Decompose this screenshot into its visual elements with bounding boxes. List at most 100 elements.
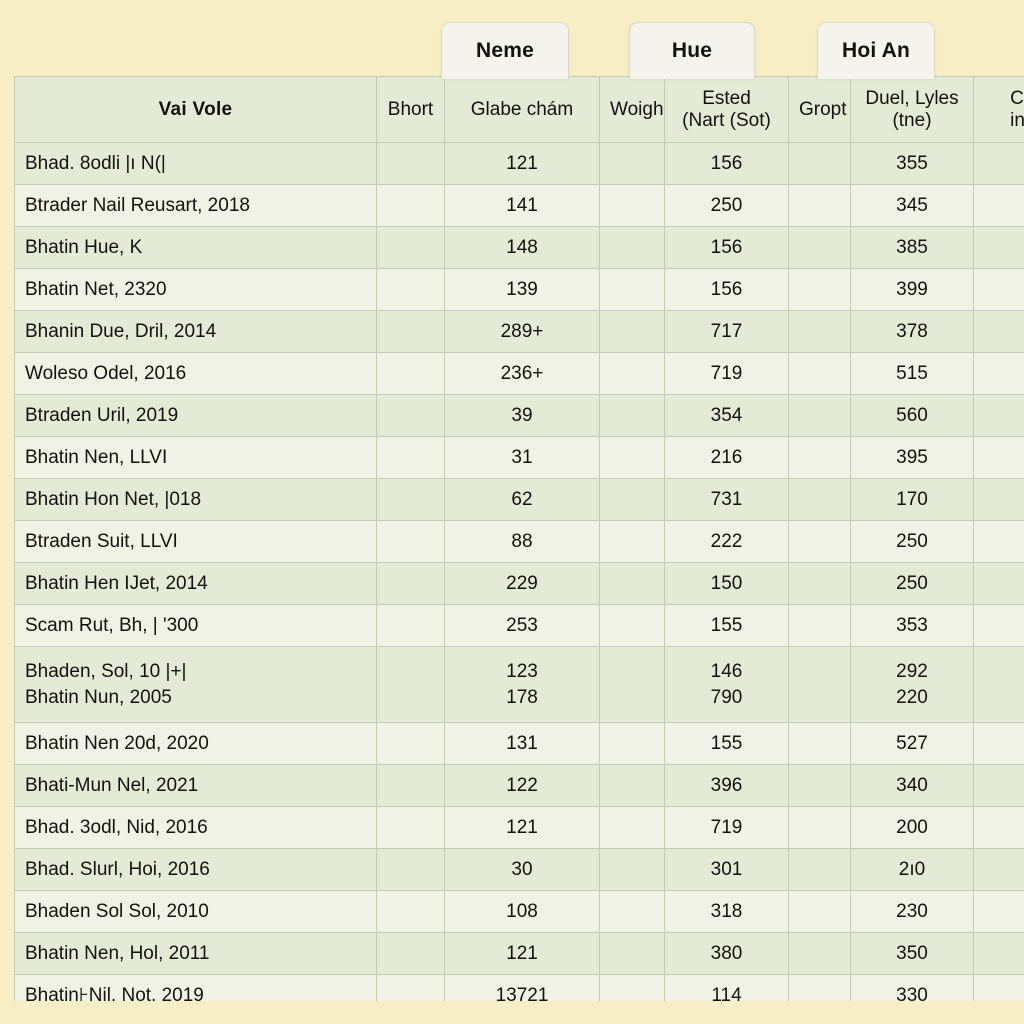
- cell-ested: 719: [664, 806, 789, 849]
- table-row[interactable]: Bhaden, Sol, 10 |+| Bhatin Nun, 2005 123 17…: [14, 646, 1024, 723]
- cell-coats: [973, 184, 1024, 227]
- column-header-glabe[interactable]: Glabe chám: [444, 76, 600, 143]
- tab-hoi-an[interactable]: Hoi An: [817, 22, 935, 79]
- table-row[interactable]: Bhaden Sol Sol, 2010 108 318 230: [14, 890, 1024, 933]
- column-header-bhort[interactable]: Bhort: [376, 76, 445, 143]
- cell-bhort: [376, 848, 445, 891]
- column-header-duel[interactable]: Duel, Lyles (tne): [850, 76, 974, 143]
- tab-label: Neme: [476, 39, 534, 62]
- cell-coats: [973, 562, 1024, 605]
- column-header-duel-line1: Duel, Lyles: [865, 88, 959, 110]
- cell-woigh: [599, 142, 665, 185]
- table-row[interactable]: Bhatin Hon Net, |018 62 731 170: [14, 478, 1024, 521]
- cell-ested: 155: [664, 604, 789, 647]
- cell-ested: 354: [664, 394, 789, 437]
- cell-glabe: 289+: [444, 310, 600, 353]
- cell-gropt: [788, 184, 851, 227]
- table-row[interactable]: Btrader Nail Reusart, 2018 141 250 345: [14, 184, 1024, 227]
- column-header-coats-line2: in Par: [1010, 109, 1024, 131]
- table-row[interactable]: Bhanin Due, Dril, 2014 289+ 717 378: [14, 310, 1024, 353]
- table-row[interactable]: Bhad. 3odl, Nid, 2016 121 719 200: [14, 806, 1024, 849]
- cell-gropt: [788, 478, 851, 521]
- cell-woigh: [599, 268, 665, 311]
- cell-coats: [973, 226, 1024, 269]
- cell-woigh: [599, 722, 665, 765]
- table-row[interactable]: Btraden Suit, LLVI 88 222 250: [14, 520, 1024, 563]
- cell-ested: 250: [664, 184, 789, 227]
- cell-duel: 560: [850, 394, 974, 437]
- cell-duel: 330: [850, 974, 974, 1001]
- cell-coats: [973, 436, 1024, 479]
- cell-ested: 380: [664, 932, 789, 975]
- cell-ested-line1: 146: [710, 661, 743, 683]
- row-label: Bhad. 8odli |ı N(|: [14, 142, 377, 185]
- cell-gropt: [788, 974, 851, 1001]
- cell-gropt: [788, 890, 851, 933]
- table-row[interactable]: Bhatin Hue, K 148 156 385: [14, 226, 1024, 269]
- cell-glabe: 121: [444, 932, 600, 975]
- cell-woigh: [599, 806, 665, 849]
- cell-coats: [973, 722, 1024, 765]
- cell-glabe: 88: [444, 520, 600, 563]
- row-label-line2: Bhatin Nun, 2005: [25, 686, 172, 708]
- table-row[interactable]: Scam Rut, Bh, | '300 253 155 353: [14, 604, 1024, 647]
- column-header-woigh[interactable]: Woigh: [599, 76, 665, 143]
- cell-ested: 156: [664, 226, 789, 269]
- column-header-gropt[interactable]: Gropt: [788, 76, 851, 143]
- cell-glabe: 141: [444, 184, 600, 227]
- cell-bhort: [376, 394, 445, 437]
- table-row[interactable]: Bhatin Nen, Hol, 2011 121 380 350: [14, 932, 1024, 975]
- row-label: Scam Rut, Bh, | '300: [14, 604, 377, 647]
- column-header-ested-line2: (Nart (Sot): [682, 109, 771, 131]
- cell-coats: [973, 268, 1024, 311]
- cell-glabe: 123 178: [444, 646, 600, 723]
- table-row[interactable]: Btraden Uril, 2019 39 354 560: [14, 394, 1024, 437]
- cell-bhort: [376, 352, 445, 395]
- cell-ested: 114: [664, 974, 789, 1001]
- cell-ested: 719: [664, 352, 789, 395]
- column-header-coats[interactable]: Coats in Par: [973, 76, 1024, 143]
- cell-bhort: [376, 310, 445, 353]
- cell-woigh: [599, 932, 665, 975]
- cell-duel: 355: [850, 142, 974, 185]
- table-row[interactable]: Bhatin Net, 2320 139 156 399: [14, 268, 1024, 311]
- tab-neme[interactable]: Neme: [441, 22, 569, 79]
- cell-coats: [973, 394, 1024, 437]
- table-row[interactable]: Woleso Odel, 2016 236+ 719 515: [14, 352, 1024, 395]
- cell-bhort: [376, 268, 445, 311]
- tab-hue[interactable]: Hue: [629, 22, 755, 79]
- cell-gropt: [788, 436, 851, 479]
- table-row[interactable]: Bhatin Nen, LLVI 31 216 395: [14, 436, 1024, 479]
- cell-duel: 250: [850, 562, 974, 605]
- header-row: Vai Vole Bhort Glabe chám Woigh Ested (N…: [14, 76, 1024, 143]
- cell-glabe: 121: [444, 806, 600, 849]
- table-row[interactable]: Bhati-Mun Nel, 2021 122 396 340: [14, 764, 1024, 807]
- table-row[interactable]: Bhatin⊦Nil, Not, 2019 13721 114 330: [14, 974, 1024, 1001]
- cell-bhort: [376, 436, 445, 479]
- cell-glabe: 39: [444, 394, 600, 437]
- cell-coats: [973, 848, 1024, 891]
- column-header-main[interactable]: Vai Vole: [14, 76, 377, 143]
- cell-gropt: [788, 268, 851, 311]
- cell-coats: [973, 604, 1024, 647]
- cell-duel: 395: [850, 436, 974, 479]
- cell-glabe-line2: 178: [506, 686, 538, 708]
- table-row[interactable]: Bhatin Hen IJet, 2014 229 150 250: [14, 562, 1024, 605]
- cell-bhort: [376, 184, 445, 227]
- table-row[interactable]: Bhatin Nen 20d, 2020 131 155 527: [14, 722, 1024, 765]
- tab-label: Hoi An: [841, 39, 911, 62]
- cell-woigh: [599, 764, 665, 807]
- column-header-ested[interactable]: Ested (Nart (Sot): [664, 76, 789, 143]
- cell-duel: 527: [850, 722, 974, 765]
- row-label: Bhatin Hon Net, |018: [14, 478, 377, 521]
- table-row[interactable]: Bhad. Slurl, Hoi, 2016 30 301 2ı0: [14, 848, 1024, 891]
- cell-ested: 146 790: [664, 646, 789, 723]
- cell-glabe: 13721: [444, 974, 600, 1001]
- cell-woigh: [599, 604, 665, 647]
- table-row[interactable]: Bhad. 8odli |ı N(| 121 156 355: [14, 142, 1024, 185]
- cell-coats: [973, 352, 1024, 395]
- row-label: Woleso Odel, 2016: [14, 352, 377, 395]
- cell-woigh: [599, 520, 665, 563]
- cell-bhort: [376, 974, 445, 1001]
- cell-bhort: [376, 478, 445, 521]
